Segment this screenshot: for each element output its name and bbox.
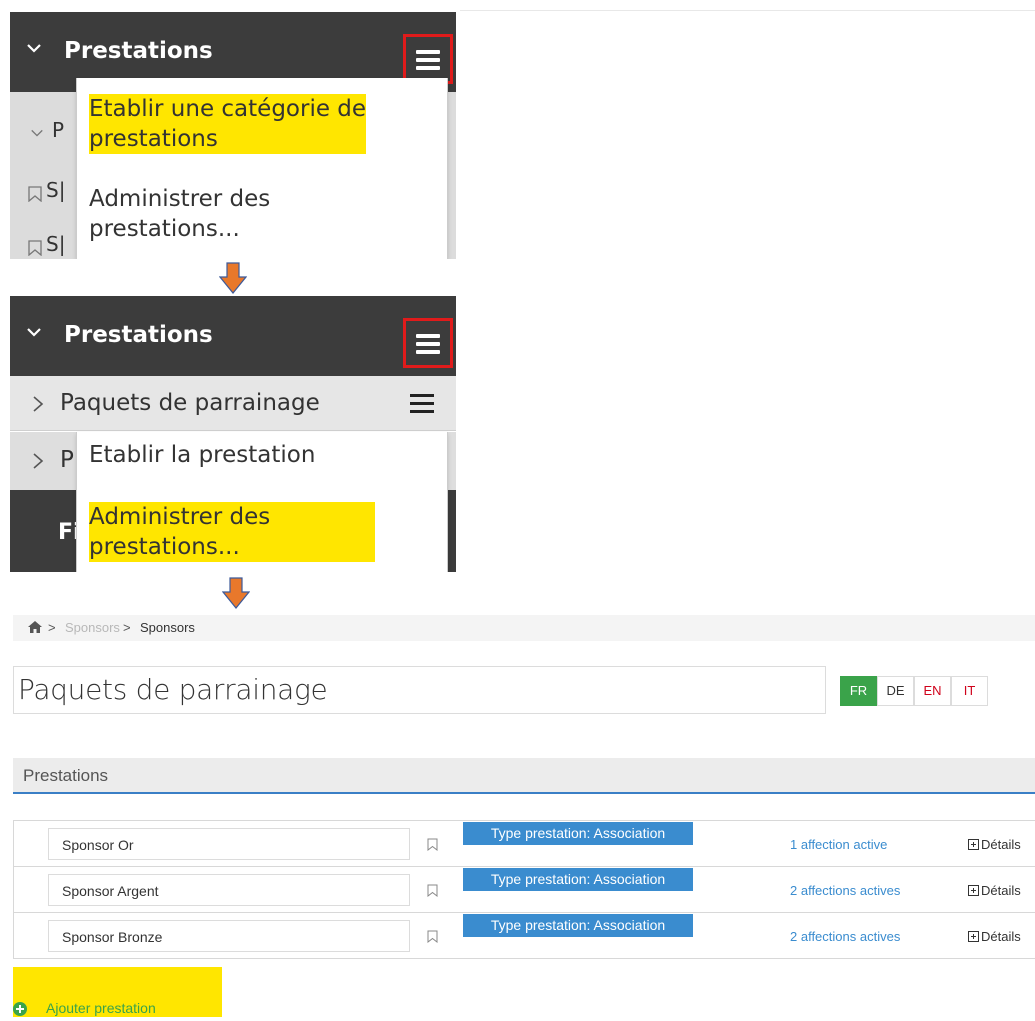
top-divider <box>460 10 1035 11</box>
step2-panel: Prestations Paquets de parrainage P Fi E… <box>10 296 456 572</box>
breadcrumb: > Sponsors > Sponsors <box>13 615 1035 641</box>
section-title: Prestations <box>23 766 109 785</box>
menu-item-line: prestations... <box>89 534 240 560</box>
lang-button-en[interactable]: EN <box>914 676 951 706</box>
page-title: Paquets de parrainage <box>18 673 328 706</box>
add-prestation-button[interactable]: Ajouter prestation <box>13 967 222 1017</box>
menu-item-line: prestations <box>89 126 218 152</box>
bookmark-icon <box>28 240 42 256</box>
plus-circle-icon <box>13 1002 27 1016</box>
plus-square-icon <box>968 839 979 850</box>
type-badge: Type prestation: Association <box>463 822 693 845</box>
list-item-fragment: P <box>60 447 74 473</box>
details-toggle[interactable]: Détails <box>968 837 1021 852</box>
hamburger-icon[interactable] <box>410 394 434 414</box>
hamburger-menu-button[interactable] <box>403 318 453 368</box>
context-menu: Etablir la prestation Administrer des pr… <box>76 432 448 572</box>
breadcrumb-separator: > <box>123 620 131 635</box>
affections-link[interactable]: 1 affection active <box>790 837 887 852</box>
page-title-field[interactable]: Paquets de parrainage <box>13 666 826 714</box>
details-label: Détails <box>981 883 1021 898</box>
details-toggle[interactable]: Détails <box>968 883 1021 898</box>
menu-item-line: Administrer des <box>89 504 271 530</box>
bookmark-icon[interactable] <box>427 930 438 943</box>
menu-item-administrer[interactable]: Administrer des prestations... <box>89 184 270 244</box>
add-prestation-label: Ajouter prestation <box>46 1000 156 1016</box>
menu-item-etablir-categorie[interactable]: Etablir une catégorie de prestations <box>89 94 367 154</box>
plus-square-icon <box>968 885 979 896</box>
menu-item-line: prestations... <box>89 216 240 242</box>
breadcrumb-separator: > <box>48 620 56 635</box>
lang-button-fr[interactable]: FR <box>840 676 877 706</box>
type-badge: Type prestation: Association <box>463 868 693 891</box>
prestation-name: Sponsor Or <box>62 837 134 853</box>
hamburger-icon <box>416 50 440 70</box>
table-row: Sponsor Argent Type prestation: Associat… <box>13 867 1035 913</box>
lang-button-de[interactable]: DE <box>877 676 914 706</box>
type-badge: Type prestation: Association <box>463 914 693 937</box>
chevron-right-icon <box>33 396 44 412</box>
details-label: Détails <box>981 929 1021 944</box>
bookmark-icon <box>28 186 42 202</box>
arrow-down-icon <box>222 577 250 609</box>
table-row: Sponsor Or Type prestation: Association … <box>13 821 1035 867</box>
chevron-down-icon <box>31 129 43 137</box>
list-item-paquets[interactable]: Paquets de parrainage <box>10 376 456 431</box>
table-row: Sponsor Bronze Type prestation: Associat… <box>13 913 1035 959</box>
affections-link[interactable]: 2 affections actives <box>790 929 900 944</box>
prestation-name-field[interactable]: Sponsor Bronze <box>48 920 410 952</box>
list-item-fragment[interactable]: S| <box>46 232 65 256</box>
prestations-header[interactable]: Prestations <box>10 296 456 376</box>
prestation-name: Sponsor Bronze <box>62 929 163 945</box>
affections-link[interactable]: 2 affections actives <box>790 883 900 898</box>
chevron-down-icon <box>27 328 41 337</box>
breadcrumb-current: Sponsors <box>140 620 195 635</box>
arrow-down-icon <box>219 262 247 294</box>
details-toggle[interactable]: Détails <box>968 929 1021 944</box>
bookmark-icon[interactable] <box>427 884 438 897</box>
prestation-name-field[interactable]: Sponsor Or <box>48 828 410 860</box>
chevron-right-icon <box>33 453 44 469</box>
hamburger-menu-button[interactable] <box>403 34 453 84</box>
list-item-fragment[interactable]: P <box>52 118 64 142</box>
details-label: Détails <box>981 837 1021 852</box>
lang-button-it[interactable]: IT <box>951 676 988 706</box>
header-title: Prestations <box>64 322 213 348</box>
prestations-table: Sponsor Or Type prestation: Association … <box>13 820 1035 959</box>
plus-square-icon <box>968 931 979 942</box>
menu-item-line: Etablir une catégorie de <box>89 96 367 122</box>
step1-panel: Prestations P S| S| Etablir une catégori… <box>10 12 456 259</box>
chevron-down-icon <box>27 44 41 53</box>
hamburger-icon <box>416 334 440 354</box>
menu-item-etablir-prestation[interactable]: Etablir la prestation <box>89 440 315 470</box>
menu-item-administrer[interactable]: Administrer des prestations... <box>89 502 375 562</box>
list-item-label: Paquets de parrainage <box>60 390 320 416</box>
bookmark-icon[interactable] <box>427 838 438 851</box>
prestation-name: Sponsor Argent <box>62 883 159 899</box>
context-menu: Etablir une catégorie de prestations Adm… <box>76 78 448 259</box>
home-icon[interactable] <box>28 621 42 633</box>
menu-item-line: Etablir la prestation <box>89 442 316 468</box>
prestation-name-field[interactable]: Sponsor Argent <box>48 874 410 906</box>
list-item-fragment[interactable]: S| <box>46 178 65 202</box>
header-title: Prestations <box>64 38 213 64</box>
breadcrumb-link-sponsors[interactable]: Sponsors <box>65 620 120 635</box>
menu-item-line: Administrer des <box>89 186 271 212</box>
section-header: Prestations <box>13 758 1035 794</box>
